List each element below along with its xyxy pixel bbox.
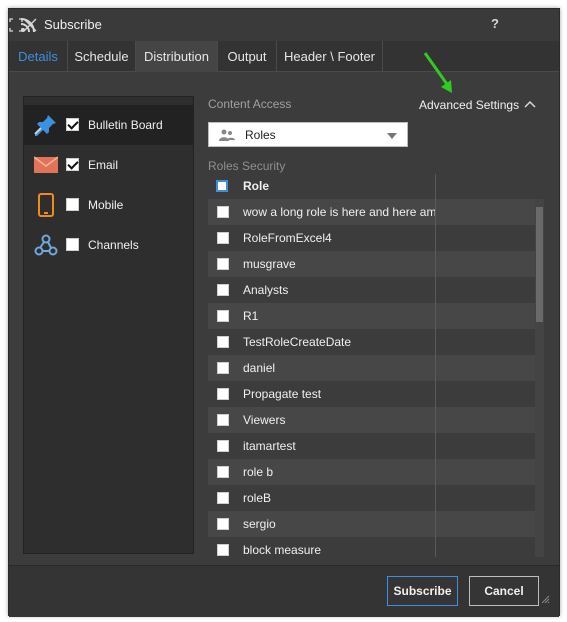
pushpin-icon	[34, 115, 56, 136]
role-name: TestRoleCreateDate	[243, 335, 352, 349]
subscribe-dialog: Subscribe ? Details Schedule Distributio…	[8, 8, 560, 617]
table-row[interactable]: roleB	[208, 485, 536, 511]
role-rows: wow a long role is here and here am RoleF…	[208, 199, 536, 557]
row-checkbox[interactable]	[217, 310, 229, 322]
table-row[interactable]: block measure	[208, 537, 536, 557]
role-name: roleB	[243, 491, 272, 505]
table-row[interactable]: TestRoleCreateDate	[208, 329, 536, 355]
advanced-settings-toggle[interactable]: Advanced Settings	[419, 98, 519, 112]
row-checkbox[interactable]	[217, 440, 229, 452]
table-row[interactable]: Analysts	[208, 277, 536, 303]
select-all-checkbox[interactable]	[216, 180, 228, 192]
role-column-header: Role	[243, 179, 270, 193]
resize-grip-icon[interactable]	[540, 594, 550, 604]
cancel-button[interactable]: Cancel	[469, 576, 539, 606]
row-checkbox[interactable]	[217, 414, 229, 426]
role-name: itamartest	[243, 439, 296, 453]
channel-item-mobile[interactable]: Mobile	[24, 185, 193, 225]
channel-list: Bulletin Board Email Mobile Channels	[23, 96, 194, 554]
roles-grid: Role wow a long role is here and here am…	[208, 174, 546, 557]
mobile-phone-icon	[38, 193, 54, 217]
row-checkbox[interactable]	[217, 232, 229, 244]
tab-header-footer[interactable]: Header \ Footer	[277, 41, 383, 72]
role-name: musgrave	[243, 257, 296, 271]
channel-label-email: Email	[88, 158, 119, 172]
role-name: role b	[243, 465, 274, 479]
row-checkbox[interactable]	[217, 336, 229, 348]
checkbox-bulletin-board[interactable]	[66, 118, 79, 131]
table-row[interactable]: RoleFromExcel4	[208, 225, 536, 251]
channel-label-channels: Channels	[88, 238, 139, 252]
content-access-dropdown[interactable]: Roles	[208, 122, 408, 147]
checkbox-mobile[interactable]	[66, 198, 79, 211]
table-row[interactable]: itamartest	[208, 433, 536, 459]
row-checkbox[interactable]	[217, 206, 229, 218]
table-row[interactable]: role b	[208, 459, 536, 485]
dialog-footer: Subscribe Cancel	[9, 565, 559, 617]
tab-schedule[interactable]: Schedule	[68, 41, 136, 72]
dropdown-selected-value: Roles	[245, 128, 276, 142]
table-row[interactable]: Viewers	[208, 407, 536, 433]
channel-item-bulletin-board[interactable]: Bulletin Board	[24, 105, 193, 145]
users-group-icon	[219, 129, 235, 141]
envelope-icon	[34, 156, 58, 173]
role-name: Propagate test	[243, 387, 322, 401]
column-divider[interactable]	[435, 174, 436, 557]
tab-distribution[interactable]: Distribution	[136, 41, 218, 72]
role-name: Viewers	[243, 413, 286, 427]
tab-bar: Details Schedule Distribution Output Hea…	[9, 41, 559, 72]
table-row[interactable]: R1	[208, 303, 536, 329]
subscribe-button[interactable]: Subscribe	[387, 576, 458, 606]
table-row[interactable]: wow a long role is here and here am	[208, 199, 536, 225]
row-checkbox[interactable]	[217, 362, 229, 374]
chevron-down-icon	[387, 133, 397, 139]
chevron-up-icon[interactable]	[524, 98, 536, 110]
roles-scrollbar[interactable]	[535, 199, 544, 557]
table-row[interactable]: musgrave	[208, 251, 536, 277]
channel-item-email[interactable]: Email	[24, 145, 193, 185]
content-access-label: Content Access	[208, 97, 292, 111]
checkbox-channels[interactable]	[66, 238, 79, 251]
row-checkbox[interactable]	[217, 388, 229, 400]
checkbox-email[interactable]	[66, 158, 79, 171]
title-bar: Subscribe ?	[9, 9, 559, 41]
dialog-title: Subscribe	[44, 17, 102, 32]
row-checkbox[interactable]	[217, 518, 229, 530]
channel-label-bulletin-board: Bulletin Board	[88, 118, 163, 132]
role-name: wow a long role is here and here am	[243, 205, 435, 219]
table-row[interactable]: Propagate test	[208, 381, 536, 407]
tab-output[interactable]: Output	[218, 41, 277, 72]
role-name: daniel	[243, 361, 276, 375]
row-checkbox[interactable]	[217, 492, 229, 504]
table-row[interactable]: sergio	[208, 511, 536, 537]
role-name: sergio	[243, 517, 276, 531]
grid-header: Role	[208, 174, 546, 198]
role-name: R1	[243, 309, 259, 323]
channel-label-mobile: Mobile	[88, 198, 124, 212]
row-checkbox[interactable]	[217, 466, 229, 478]
rss-feed-icon	[20, 18, 35, 33]
roles-security-label: Roles Security	[208, 159, 286, 173]
role-name: RoleFromExcel4	[243, 231, 332, 245]
help-button[interactable]: ?	[491, 16, 499, 32]
annotation-arrow-icon	[423, 52, 452, 93]
tab-details[interactable]: Details	[9, 41, 68, 72]
table-row[interactable]: daniel	[208, 355, 536, 381]
role-name: Analysts	[243, 283, 289, 297]
channel-item-channels[interactable]: Channels	[24, 225, 193, 265]
scrollbar-thumb[interactable]	[536, 207, 543, 322]
row-checkbox[interactable]	[217, 258, 229, 270]
row-checkbox[interactable]	[217, 284, 229, 296]
row-checkbox[interactable]	[217, 544, 229, 556]
webhook-icon	[34, 234, 58, 256]
role-name: block measure	[243, 543, 322, 557]
